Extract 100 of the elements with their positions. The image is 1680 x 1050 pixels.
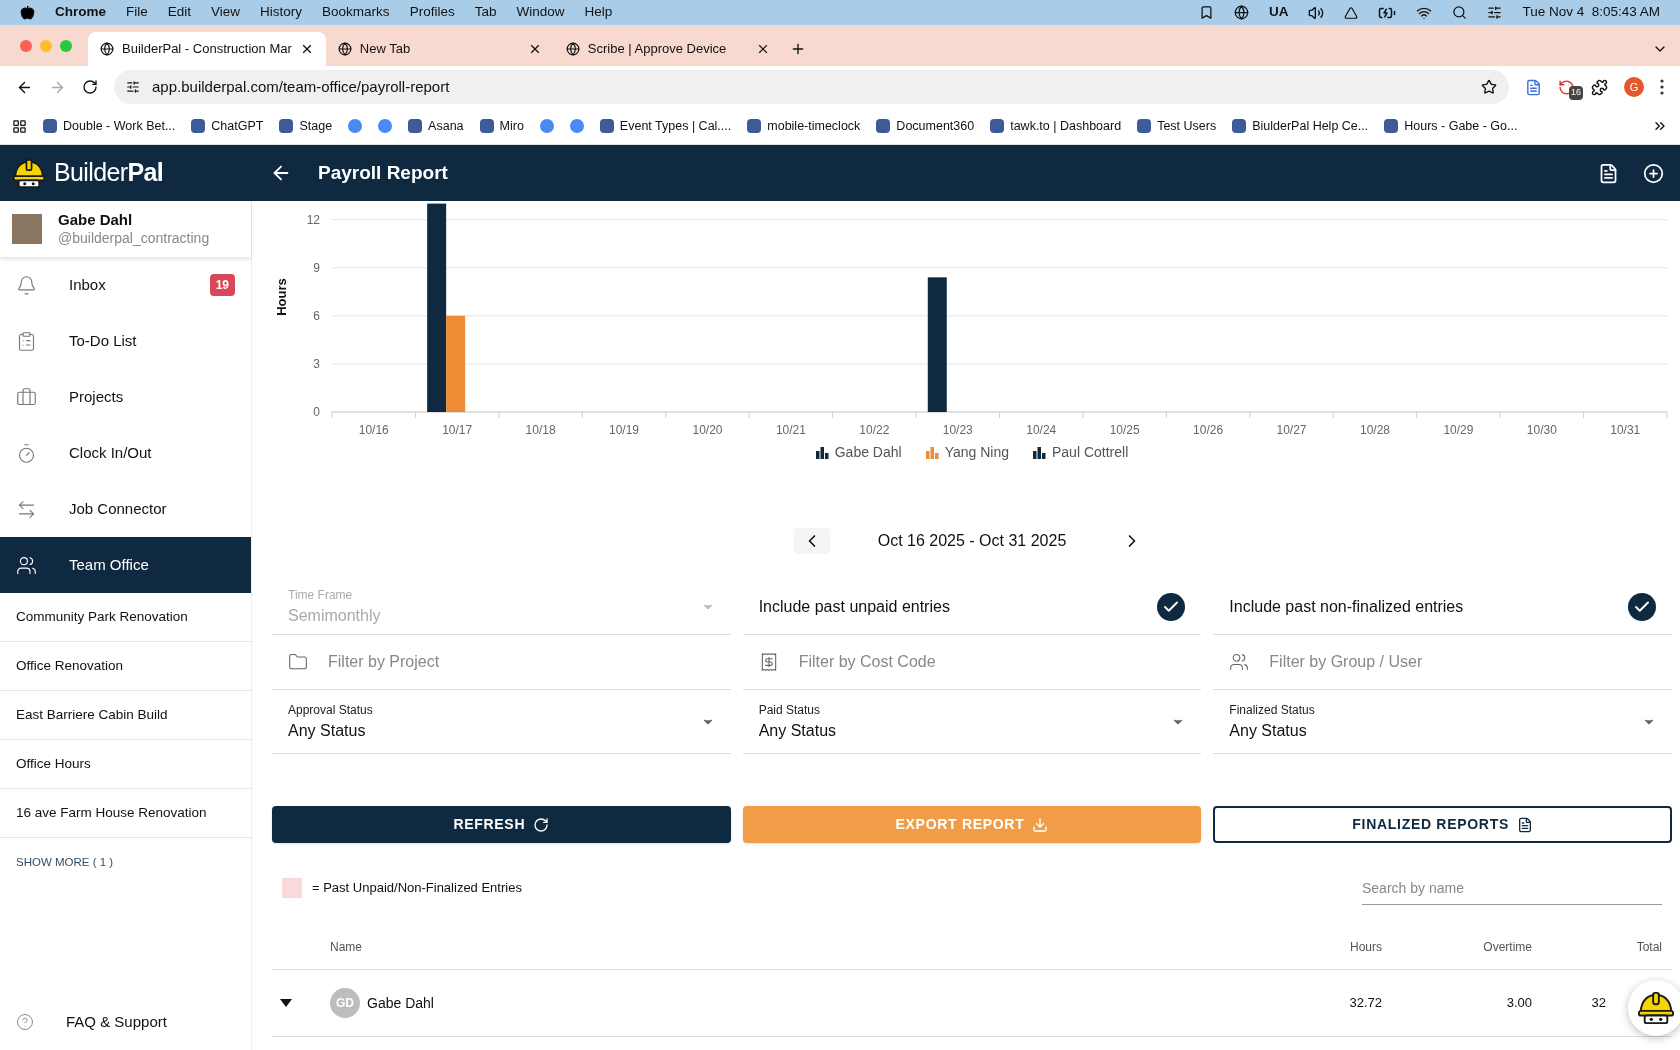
menu-item[interactable]: View [211, 2, 241, 23]
previous-period-button[interactable] [793, 528, 830, 554]
bookmark-favicon-icon [191, 119, 206, 133]
people-icon [1229, 652, 1250, 672]
date-range: Oct 16 2025 - Oct 31 2025 [877, 531, 1067, 551]
x-tick-label: 10/31 [1610, 423, 1641, 437]
search-icon[interactable] [1452, 5, 1468, 20]
bookmark-link[interactable]: Hours - Gabe - Go... [1384, 116, 1518, 136]
clipboard-icon [16, 330, 37, 352]
browser-tab[interactable]: BuilderPal - Construction Mar [88, 32, 326, 66]
folder-icon [288, 652, 308, 672]
bookmark-favicon-icon[interactable] [348, 119, 363, 133]
extension-icon[interactable] [1525, 78, 1542, 96]
bookmark-link[interactable]: Double - Work Bet... [43, 116, 176, 136]
search-field[interactable]: Search by name [1362, 871, 1662, 905]
bookmark-icon[interactable] [1198, 5, 1214, 20]
nav-item[interactable]: Inbox 19 [0, 257, 251, 313]
menu-item[interactable]: Tab [474, 2, 497, 23]
support-link[interactable]: FAQ & Support [0, 994, 251, 1050]
bookmark-label: Double - Work Bet... [63, 117, 176, 135]
menu-app-name[interactable]: Chrome [55, 2, 106, 23]
bookmark-label: Miro [499, 117, 524, 135]
bookmark-favicon-icon[interactable] [569, 119, 584, 133]
control-center-icon[interactable] [1487, 5, 1503, 20]
reload-icon[interactable] [82, 79, 98, 95]
browser-tab[interactable]: Scribe | Approve Device [553, 32, 782, 66]
checkmark-toggle[interactable] [1157, 592, 1186, 621]
bookmark-link[interactable]: mobile-timeclock [747, 116, 861, 136]
include-toggle[interactable]: Include past non-finalized entries [1213, 579, 1672, 635]
show-more-button[interactable]: SHOW MORE ( 1 ) [0, 838, 251, 888]
status-select[interactable]: Approval Status Any Status [272, 690, 731, 754]
nav-label: Projects [69, 386, 125, 407]
help-chat-button[interactable] [1628, 980, 1680, 1036]
hard-hat-logo-icon [12, 157, 46, 189]
include-toggle[interactable]: Include past unpaid entries [742, 579, 1202, 635]
user-card[interactable]: Gabe Dahl @builderpal_contracting [0, 201, 251, 257]
more-icon[interactable] [1660, 79, 1664, 95]
project-link[interactable]: Office Renovation [0, 642, 251, 691]
filter-field[interactable]: Filter by Project [328, 650, 715, 674]
nav-item[interactable]: Projects [0, 369, 251, 425]
legend-note: = Past Unpaid/Non-Finalized Entries [312, 879, 522, 898]
bookmark-favicon-icon[interactable] [378, 119, 393, 133]
filter-field[interactable]: Filter by Group / User [1269, 650, 1656, 674]
profile-avatar[interactable]: G [1624, 77, 1644, 97]
bookmark-link[interactable]: Stage [279, 116, 333, 136]
action-button[interactable]: REFRESH [272, 806, 731, 843]
bookmark-link[interactable]: Miro [479, 116, 524, 136]
browser-tab[interactable]: New Tab [325, 32, 554, 66]
x-tick-label: 10/27 [1276, 423, 1307, 437]
filter-field[interactable]: Filter by Cost Code [798, 650, 1186, 674]
nav-item[interactable]: Team Office [0, 537, 251, 593]
project-link[interactable]: 16 ave Farm House Renovation [0, 789, 251, 838]
triangle-icon[interactable] [1344, 5, 1359, 20]
status-select[interactable]: Paid Status Any Status [742, 690, 1202, 754]
y-tick-label: 9 [313, 260, 320, 275]
volume-icon[interactable] [1308, 4, 1325, 21]
bookmark-link[interactable]: Test Users [1137, 116, 1217, 136]
apps-icon[interactable] [12, 118, 27, 134]
bookmark-label: Event Types | Cal.... [619, 117, 732, 135]
address-bar[interactable]: app.builderpal.com/team-office/payroll-report [114, 70, 1509, 104]
bookmark-link[interactable]: Event Types | Cal.... [599, 116, 732, 136]
project-link[interactable]: Office Hours [0, 740, 251, 789]
document-icon[interactable] [1598, 162, 1619, 184]
project-link[interactable]: Community Park Renovation [0, 593, 251, 642]
status-select[interactable]: Finalized Status Any Status [1213, 690, 1672, 754]
nav-item[interactable]: To-Do List [0, 313, 251, 369]
site-info-icon[interactable] [126, 80, 140, 94]
nav-item[interactable]: Job Connector [0, 481, 251, 537]
nav-label: Clock In/Out [69, 442, 153, 463]
bookmark-favicon-icon[interactable] [539, 119, 554, 133]
apple-icon[interactable] [20, 5, 35, 20]
menu-item[interactable]: Bookmarks [322, 2, 390, 23]
menu-item[interactable]: History [260, 2, 303, 23]
bookmark-link[interactable]: tawk.to | Dashboard [990, 116, 1122, 136]
puzzle-icon[interactable] [1591, 78, 1608, 96]
bookmark-link[interactable]: BiulderPal Help Ce... [1232, 116, 1369, 136]
add-circle-icon[interactable] [1643, 162, 1664, 184]
star-icon[interactable] [1481, 79, 1497, 95]
menu-item[interactable]: Profiles [409, 2, 455, 23]
globe-icon[interactable] [1233, 5, 1249, 20]
people-icon [16, 554, 37, 576]
expand-caret[interactable] [280, 999, 292, 1007]
x-tick-label: 10/18 [525, 423, 556, 437]
legend-label: Gabe Dahl [834, 443, 902, 462]
timer-icon [16, 442, 37, 464]
bookmark-favicon-icon [990, 119, 1005, 133]
bookmark-link[interactable]: Asana [408, 116, 464, 136]
extension-badge: 16 [1569, 86, 1583, 100]
checkmark-toggle[interactable] [1628, 592, 1656, 621]
tab-favicon-icon [565, 42, 580, 56]
menu-item[interactable]: File [126, 2, 148, 23]
bookmark-link[interactable]: ChatGPT [191, 116, 264, 136]
project-link[interactable]: East Barriere Cabin Build [0, 691, 251, 740]
input-source[interactable]: UA [1268, 2, 1289, 23]
menu-item[interactable]: Window [516, 2, 565, 23]
menu-item[interactable]: Help [584, 2, 613, 23]
menu-item[interactable]: Edit [167, 2, 192, 23]
nav-item[interactable]: Clock In/Out [0, 425, 251, 481]
bookmark-link[interactable]: Document360 [876, 116, 975, 136]
action-button[interactable]: FINALIZED REPORTS [1213, 806, 1672, 843]
